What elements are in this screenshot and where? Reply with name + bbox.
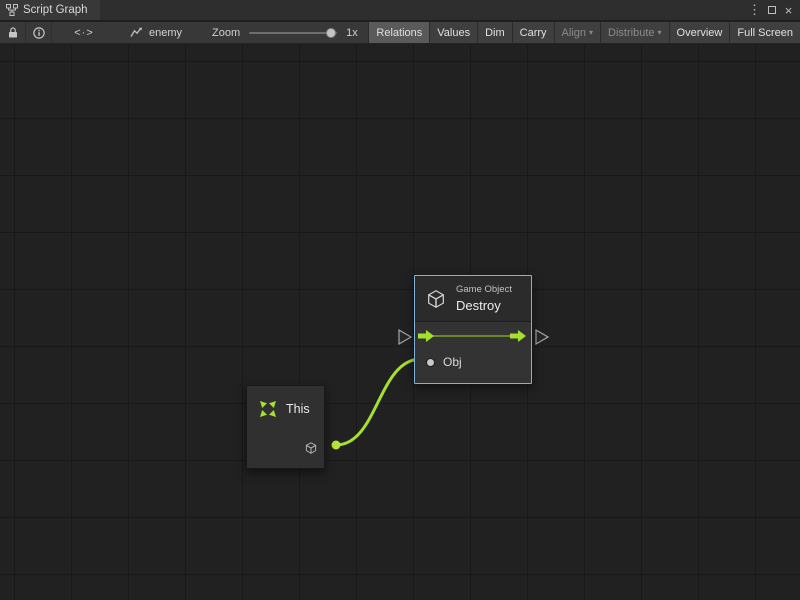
window-close-icon[interactable]: × (780, 0, 797, 21)
window-maximize-icon[interactable] (763, 0, 780, 21)
zoom-slider[interactable] (249, 32, 337, 34)
dim-button[interactable]: Dim (477, 22, 512, 43)
this-node-header: This (247, 386, 324, 419)
this-output-port[interactable] (304, 441, 318, 455)
zoom-value: 1x (346, 27, 358, 39)
zoom-label: Zoom (212, 27, 240, 39)
tab-title: Script Graph (23, 4, 88, 16)
align-label: Align (562, 27, 586, 39)
toolbar-buttons: Relations Values Dim Carry Align ▾ Distr… (368, 22, 800, 43)
values-button[interactable]: Values (429, 22, 477, 43)
carry-label: Carry (520, 27, 547, 39)
lock-icon (8, 27, 18, 39)
dim-label: Dim (485, 27, 505, 39)
full-screen-button[interactable]: Full Screen (729, 22, 800, 43)
chevron-down-icon: ▾ (589, 28, 593, 37)
node-this[interactable]: This (246, 385, 325, 469)
obj-port-dot-icon[interactable] (427, 359, 434, 366)
relations-button[interactable]: Relations (368, 22, 429, 43)
carry-button[interactable]: Carry (512, 22, 554, 43)
maximize-glyph (768, 6, 776, 14)
flow-out-arrow-icon[interactable] (510, 330, 526, 342)
node-destroy[interactable]: Game Object Destroy Obj (414, 275, 532, 384)
destroy-node-header: Game Object Destroy (415, 276, 531, 322)
destroy-node-category: Game Object (456, 284, 512, 295)
wire-layer (0, 45, 800, 600)
graph-window-icon (6, 4, 18, 16)
values-label: Values (437, 27, 470, 39)
flow-in-arrow-icon[interactable] (418, 330, 434, 342)
this-unit-icon (258, 399, 278, 419)
this-node-title: This (286, 402, 310, 416)
overview-label: Overview (677, 27, 723, 39)
graph-breadcrumb[interactable]: enemy (130, 22, 182, 43)
destroy-obj-input-port[interactable]: Obj (415, 351, 531, 373)
window-menu-icon[interactable]: ⋮ (746, 0, 763, 21)
destroy-node-title: Destroy (456, 298, 512, 313)
distribute-dropdown[interactable]: Distribute ▾ (600, 22, 668, 43)
full-screen-label: Full Screen (737, 27, 793, 39)
game-object-cube-icon (304, 441, 318, 455)
flow-relation-graphic (415, 322, 531, 350)
obj-port-label: Obj (443, 355, 462, 369)
lock-toggle[interactable] (0, 22, 26, 43)
zoom-slider-thumb[interactable] (326, 28, 336, 38)
graph-canvas[interactable]: This Game Object (0, 45, 800, 600)
destroy-flow-ports (415, 322, 531, 350)
ports-display-toggle[interactable]: <·> (64, 22, 104, 43)
info-toggle[interactable] (26, 22, 52, 43)
overview-button[interactable]: Overview (669, 22, 730, 43)
graph-toolbar: <·> enemy Zoom 1x Relations Values Dim C… (0, 22, 800, 44)
this-output-port-dot[interactable] (332, 441, 341, 450)
align-dropdown[interactable]: Align ▾ (554, 22, 600, 43)
distribute-label: Distribute (608, 27, 654, 39)
graph-pointer-icon (130, 27, 143, 38)
relations-label: Relations (376, 27, 422, 39)
zoom-control: Zoom 1x (212, 22, 358, 43)
destroy-enter-port-arrow-icon[interactable] (399, 330, 411, 344)
info-icon (33, 27, 45, 39)
tab-script-graph[interactable]: Script Graph (0, 0, 100, 20)
graph-name-label: enemy (149, 27, 182, 39)
window-titlebar: Script Graph ⋮ × (0, 0, 800, 21)
game-object-cube-icon (425, 288, 447, 310)
destroy-exit-port-arrow-icon[interactable] (536, 330, 548, 344)
value-wire-this-to-obj[interactable] (336, 359, 421, 445)
chevron-down-icon: ▾ (658, 28, 662, 37)
